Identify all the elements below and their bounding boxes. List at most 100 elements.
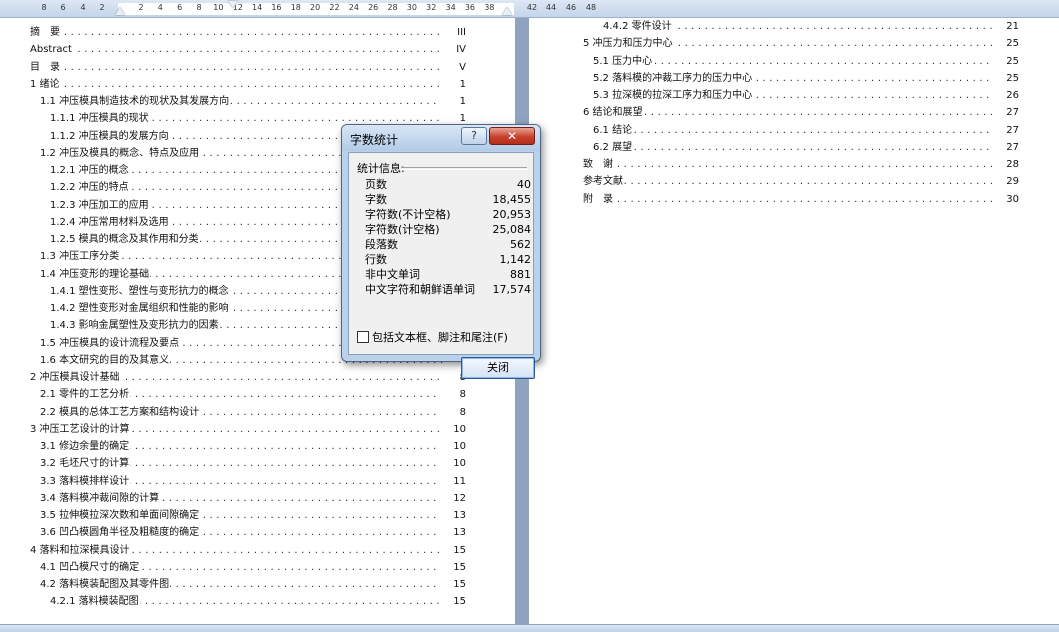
toc-entry-page-number: 28 [993, 156, 1019, 173]
ruler-number: 8 [196, 3, 202, 12]
ruler-number: 8 [41, 3, 47, 12]
toc-entry-title: 3.3 落料模排样设计 [40, 472, 131, 490]
help-button[interactable]: ? [461, 127, 487, 145]
toc-entry-page-number: 25 [993, 35, 1019, 53]
toc-entry[interactable]: ........................................… [603, 18, 1019, 35]
ruler-number: 14 [252, 3, 263, 12]
stat-label: 页数 [365, 178, 387, 191]
close-window-button[interactable]: ✕ [489, 127, 535, 145]
toc-entry-page-number: 25 [993, 52, 1019, 70]
stat-label: 行数 [365, 253, 387, 266]
toc-entry[interactable]: ........................................… [583, 156, 1019, 173]
toc-entry-title: 1.3 冲压工序分类 [40, 248, 121, 266]
stat-label: 段落数 [365, 238, 398, 251]
horizontal-ruler[interactable]: 8 6 4 2 2 4 6 8 10 12 14 16 18 20 22 24 26 28 30 32 34 36 38 42… [0, 0, 1059, 18]
toc-entry[interactable]: ........................................… [30, 58, 466, 76]
toc-entry-title: 致 谢 [583, 156, 614, 173]
toc-leader-dots: ........................................… [593, 141, 999, 153]
toc-entry-page-number: 10 [440, 455, 466, 473]
ruler-number: 26 [368, 3, 379, 12]
toc-entry[interactable]: ........................................… [30, 75, 466, 93]
stat-value: 562 [510, 238, 531, 251]
toc-entry[interactable]: ........................................… [40, 472, 466, 490]
stat-row: 中文字符和朝鲜语单词 17,574 [365, 282, 531, 297]
toc-entry-title: 5.2 落料模的冲裁工序力的压力中心 [593, 69, 754, 87]
stat-value: 18,455 [492, 193, 532, 206]
ruler-number: 34 [445, 3, 456, 12]
toc-entry-page-number: 29 [993, 173, 1019, 191]
toc-leader-dots: ........................................… [593, 124, 999, 136]
toc-entry-page-number: 8 [440, 386, 466, 404]
stat-row: 行数 1,142 [365, 252, 531, 267]
stat-row: 段落数 562 [365, 237, 531, 252]
toc-entry-title: 4.4.2 零件设计 [603, 18, 673, 35]
toc-entry-title: 6.1 结论 [593, 121, 634, 139]
toc-entry[interactable]: ........................................… [40, 403, 466, 421]
toc-leader-dots: ........................................… [30, 44, 446, 56]
toc-entry[interactable]: ........................................… [583, 190, 1019, 208]
toc-entry-title: 6.2 展望 [593, 138, 634, 156]
dialog-titlebar[interactable]: 字数统计 ? ✕ [342, 125, 540, 151]
ruler-number: 22 [329, 3, 340, 12]
toc-entry-title: 1 绪论 [30, 75, 61, 93]
toc-entry[interactable]: ........................................… [40, 524, 466, 542]
toc-entry[interactable]: ........................................… [593, 52, 1019, 70]
toc-entry[interactable]: ........................................… [40, 576, 466, 593]
toc-entry[interactable]: ........................................… [50, 593, 466, 611]
toc-entry[interactable]: ........................................… [40, 489, 466, 507]
first-line-indent-marker[interactable] [228, 1, 238, 8]
toc-entry-title: 5.1 压力中心 [593, 52, 654, 70]
toc-entry[interactable]: ........................................… [30, 41, 466, 59]
toc-entry-title: 1.2.4 冲压常用材料及选用 [50, 213, 170, 231]
heading-divider [401, 167, 527, 170]
toc-entry[interactable]: ........................................… [593, 87, 1019, 104]
toc-entry[interactable]: ........................................… [40, 438, 466, 455]
include-textboxes-label[interactable]: 包括文本框、脚注和尾注(F) [372, 329, 508, 345]
toc-leader-dots: ........................................… [583, 159, 999, 170]
toc-entry[interactable]: ........................................… [30, 541, 466, 559]
toc-entry[interactable]: ........................................… [583, 35, 1019, 53]
toc-entry[interactable]: ........................................… [30, 24, 466, 41]
toc-entry-page-number: V [440, 58, 466, 76]
ruler-number: 16 [271, 3, 282, 12]
toc-leader-dots: ........................................… [30, 78, 446, 90]
toc-entry-title: 1.4 冲压变形的理论基础 [40, 265, 151, 283]
dialog-body: 统计信息: 页数 40 字数 18,455 字符数(不计空格) 20,953 字符数(计空格… [348, 152, 535, 379]
toc-entry[interactable]: ........................................… [40, 455, 466, 473]
toc-entry-page-number: 15 [440, 593, 466, 611]
toc-entry-title: 3.5 拉伸模拉深次数和单面间隙确定 [40, 507, 201, 524]
toc-entry-title: 1.6 本文研究的目的及其意义 [40, 351, 171, 369]
toc-entry-page-number: III [440, 24, 466, 41]
stat-row: 字符数(计空格) 25,084 [365, 222, 531, 237]
toc-entry[interactable]: ........................................… [30, 369, 466, 386]
toc-entry[interactable]: ........................................… [583, 104, 1019, 122]
include-textboxes-checkbox[interactable] [357, 331, 369, 343]
word-count-dialog: 字数统计 ? ✕ 统计信息: 页数 40 字数 18,455 字符数(不计空格) 20,9… [341, 124, 541, 379]
toc-entry[interactable]: ........................................… [583, 173, 1019, 191]
toc-entry[interactable]: ........................................… [30, 420, 466, 438]
toc-entry-page-number: 26 [993, 87, 1019, 104]
toc-entry-title: 1.1.1 冲压模具的现状 [50, 110, 150, 128]
toc-entry-title: 4.2 落料模装配图及其零件图 [40, 576, 171, 593]
toc-entry-page-number: 13 [440, 524, 466, 542]
toc-entry-title: 1.4.1 塑性变形、塑性与变形抗力的概念 [50, 282, 230, 300]
ruler-number: 48 [585, 3, 597, 12]
stat-label: 字符数(计空格) [365, 223, 440, 236]
toc-entry-title: 5 冲压力和压力中心 [583, 35, 674, 53]
toc-entry[interactable]: ........................................… [40, 558, 466, 576]
ruler-number: 24 [348, 3, 359, 12]
right-indent-marker[interactable] [502, 7, 512, 15]
toc-entry-page-number: 10 [440, 438, 466, 455]
toc-entry[interactable]: ........................................… [593, 121, 1019, 139]
toc-entry[interactable]: ........................................… [593, 138, 1019, 156]
ruler-number: 36 [464, 3, 476, 12]
toc-leader-dots: ........................................… [593, 55, 999, 67]
ruler-number: 20 [310, 3, 321, 12]
toc-entry[interactable]: ........................................… [593, 69, 1019, 87]
toc-entry[interactable]: ........................................… [40, 93, 466, 110]
toc-entry[interactable]: ........................................… [40, 386, 466, 404]
left-indent-marker[interactable] [115, 7, 125, 15]
toc-entry[interactable]: ........................................… [40, 507, 466, 524]
close-button[interactable]: 关闭 [461, 357, 535, 379]
document-page-right[interactable]: ........................................… [529, 18, 1059, 624]
